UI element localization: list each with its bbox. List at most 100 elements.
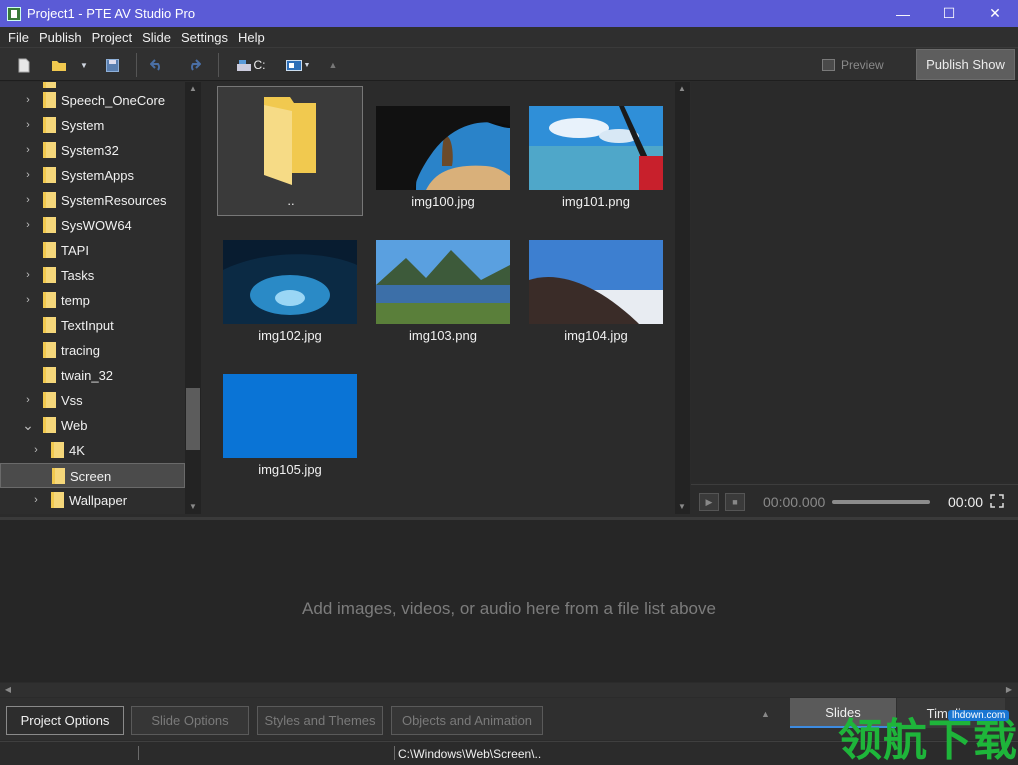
toolbar-separator [218, 53, 219, 77]
tree-item-label: System32 [61, 143, 119, 158]
chevron-right-icon[interactable]: › [23, 119, 33, 131]
menu-project[interactable]: Project [87, 30, 137, 45]
up-folder-icon[interactable]: ▲ [326, 55, 340, 75]
title-bar: Project1 - PTE AV Studio Pro — ☐ ✕ [0, 0, 1018, 27]
chevron-right-icon[interactable]: › [23, 194, 33, 206]
file-name: .. [287, 193, 295, 208]
image-thumbnail [529, 240, 663, 324]
status-divider [394, 746, 395, 760]
folder-icon [43, 342, 56, 358]
chevron-right-icon[interactable]: › [23, 219, 33, 231]
scroll-down-icon[interactable]: ▼ [676, 502, 688, 511]
tree-item-system[interactable]: › System [0, 113, 185, 138]
folder-icon [43, 267, 56, 283]
project-options-button[interactable]: Project Options [6, 706, 124, 735]
styles-and-themes-button[interactable]: Styles and Themes [257, 706, 383, 735]
tree-item-temp[interactable]: › temp [0, 288, 185, 313]
file-tile[interactable]: img101.png [523, 86, 669, 216]
tree-item-web[interactable]: ⌄ Web [0, 413, 185, 438]
scroll-down-icon[interactable]: ▼ [187, 502, 199, 511]
seek-slider[interactable] [832, 500, 930, 504]
menu-file[interactable]: File [3, 30, 34, 45]
tree-scrollbar[interactable]: ▲ ▼ [185, 82, 201, 514]
open-folder-icon[interactable] [48, 55, 70, 75]
preview-icon [822, 59, 835, 71]
drive-select[interactable]: C: [233, 55, 269, 75]
parent-folder-icon [224, 89, 358, 199]
view-mode-icon[interactable]: ▼ [284, 55, 312, 75]
chevron-right-icon[interactable]: › [23, 269, 33, 281]
menu-settings[interactable]: Settings [176, 30, 233, 45]
tree-item-4k[interactable]: › 4K [0, 438, 185, 463]
slide-options-button[interactable]: Slide Options [131, 706, 249, 735]
folder-icon [43, 392, 56, 408]
file-tile[interactable]: img100.jpg [370, 86, 516, 216]
scroll-up-icon[interactable]: ▲ [187, 84, 199, 93]
file-tile[interactable]: img103.png [370, 220, 516, 350]
tree-item-systemresources[interactable]: › SystemResources [0, 188, 185, 213]
files-scrollbar[interactable]: ▲ ▼ [675, 82, 690, 514]
folder-icon [43, 367, 56, 383]
publish-show-button[interactable]: Publish Show [916, 49, 1015, 80]
file-name: img105.jpg [258, 462, 322, 477]
folder-icon [43, 117, 56, 133]
folder-tree: › Speech_OneCore › System › System32 › SystemAp… [0, 82, 185, 514]
stop-icon[interactable]: ■ [725, 493, 745, 511]
file-tile[interactable]: .. [217, 86, 363, 216]
chevron-down-icon[interactable]: ⌄ [22, 417, 34, 433]
menu-help[interactable]: Help [233, 30, 270, 45]
tree-scrollbar-thumb[interactable] [186, 388, 200, 450]
scroll-right-icon[interactable]: ▶ [1003, 685, 1015, 694]
save-icon[interactable] [102, 55, 122, 75]
open-dropdown-chevron-icon[interactable]: ▼ [76, 55, 92, 75]
file-tile[interactable]: img104.jpg [523, 220, 669, 350]
scroll-up-icon[interactable]: ▲ [676, 84, 688, 93]
tree-item-tracing[interactable]: tracing [0, 338, 185, 363]
tree-item-vss[interactable]: › Vss [0, 388, 185, 413]
file-name: img104.jpg [564, 328, 628, 343]
drive-label: C: [253, 58, 266, 72]
chevron-right-icon[interactable]: › [31, 444, 41, 456]
maximize-button[interactable]: ☐ [926, 0, 972, 27]
chevron-right-icon[interactable]: › [23, 169, 33, 181]
toolbar: ▼ C: ▼ ▲ Preview Publish Show [0, 47, 1018, 81]
collapse-panel-icon[interactable]: ▲ [761, 709, 770, 719]
menu-slide[interactable]: Slide [137, 30, 176, 45]
play-icon[interactable]: ▶ [699, 493, 719, 511]
chevron-right-icon[interactable]: › [23, 394, 33, 406]
tree-item-textinput[interactable]: TextInput [0, 313, 185, 338]
app-window: Project1 - PTE AV Studio Pro — ☐ ✕ File … [0, 0, 1018, 765]
chevron-right-icon[interactable]: › [23, 294, 33, 306]
objects-and-animation-button[interactable]: Objects and Animation [391, 706, 543, 735]
preview-button[interactable]: Preview [822, 55, 884, 75]
tree-item-twain-32[interactable]: twain_32 [0, 363, 185, 388]
tree-item-speech-onecore[interactable]: › Speech_OneCore [0, 88, 185, 113]
tree-item-screen[interactable]: Screen [0, 463, 185, 488]
file-tile[interactable]: img102.jpg [217, 220, 363, 350]
tree-item-syswow64[interactable]: › SysWOW64 [0, 213, 185, 238]
image-thumbnail [376, 106, 510, 190]
fullscreen-icon[interactable] [990, 494, 1004, 511]
new-file-icon[interactable] [14, 55, 34, 75]
minimize-button[interactable]: — [880, 0, 926, 27]
chevron-right-icon[interactable]: › [23, 94, 33, 106]
menu-publish[interactable]: Publish [34, 30, 87, 45]
folder-icon [51, 492, 64, 508]
tree-item-wallpaper[interactable]: › Wallpaper [0, 488, 185, 513]
chevron-right-icon[interactable]: › [23, 144, 33, 156]
undo-icon[interactable] [147, 55, 167, 75]
close-button[interactable]: ✕ [972, 0, 1018, 27]
watermark-url: lhdown.com [948, 710, 1010, 721]
tree-item-tapi[interactable]: TAPI [0, 238, 185, 263]
redo-icon[interactable] [184, 55, 204, 75]
chevron-right-icon[interactable]: › [31, 494, 41, 506]
scroll-left-icon[interactable]: ◀ [2, 685, 14, 694]
file-tile[interactable]: img105.jpg [217, 354, 363, 484]
tree-item-systemapps[interactable]: › SystemApps [0, 163, 185, 188]
tree-item-label: tracing [61, 343, 101, 358]
tree-item-tasks[interactable]: › Tasks [0, 263, 185, 288]
folder-icon [43, 92, 56, 108]
preview-label: Preview [841, 58, 884, 72]
slide-area-scrollbar[interactable]: ◀ ▶ [0, 683, 1018, 697]
tree-item-system32[interactable]: › System32 [0, 138, 185, 163]
